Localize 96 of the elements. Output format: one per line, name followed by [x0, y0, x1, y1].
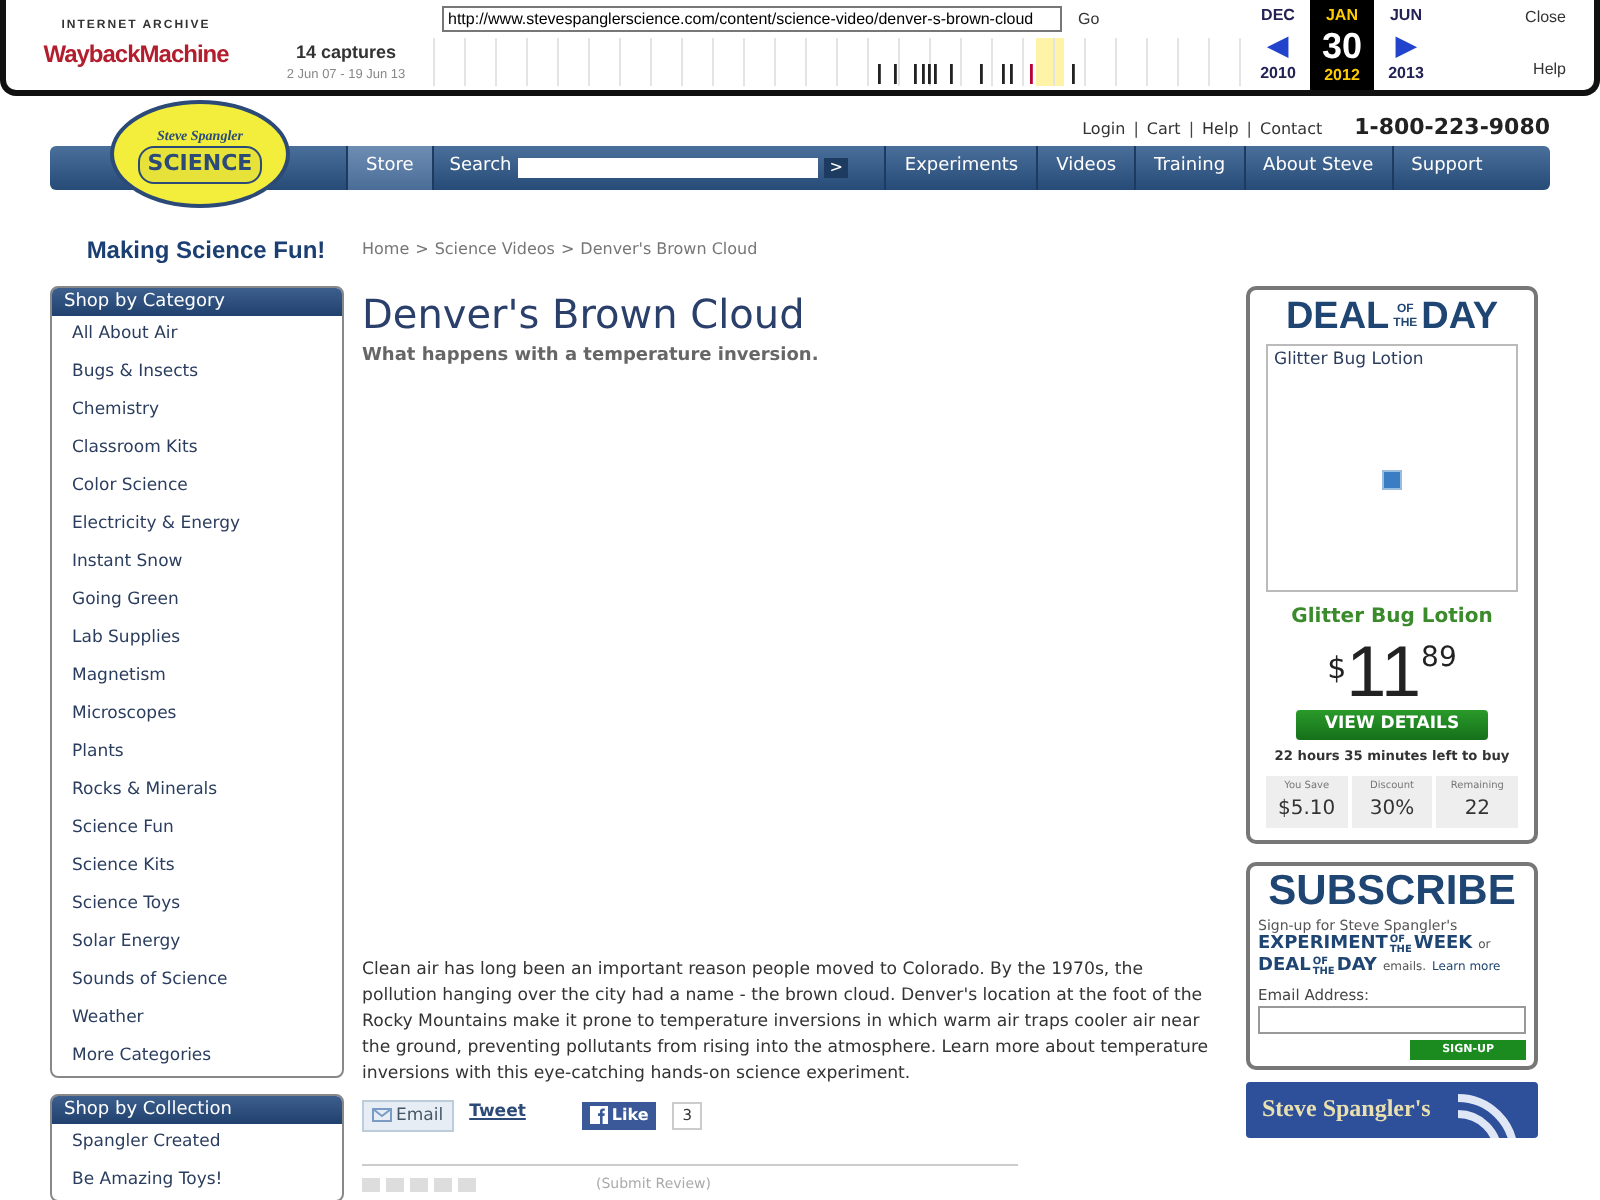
header-link[interactable]: Login [1082, 117, 1126, 141]
sidebar-item[interactable]: Going Green [52, 582, 342, 620]
sidebar-heading: Shop by Category [52, 288, 342, 316]
tagline: Making Science Fun! [84, 234, 328, 268]
url-field[interactable]: http://www.stevespanglerscience.com/content/science-video/denver-s-brown-cloud [442, 6, 1062, 32]
nav-link[interactable]: Store [346, 146, 432, 190]
view-details-button[interactable]: VIEW DETAILS [1296, 710, 1488, 740]
article-title: Denver's Brown Cloud [362, 290, 807, 338]
blog-title: Steve Spangler's [1262, 1092, 1431, 1127]
article-text: Clean air has long been an important reason people moved to Colorado. By the 1970s, the pollution hanging over the city had a name - the brown cloud. Denver's location at the foot of the Rocky Mountains make it prone to temperature inversions in which warm air traps cooler air near the ground, preventing pollutants from rising into the atmosphere. Learn more about temperature inversions with this eye-catching hands-on science experiment. [362, 957, 1211, 1087]
link-separator: | [1133, 117, 1139, 141]
year-label: 2010 [1260, 62, 1296, 86]
breadcrumb-link[interactable]: Science Videos [434, 238, 555, 262]
captures-link[interactable]: 14 captures [295, 39, 397, 67]
breadcrumb-separator: > [415, 238, 429, 262]
envelope-icon [372, 1108, 392, 1123]
price-cents: 89 [1421, 640, 1457, 678]
sidebar-item[interactable]: More Categories [52, 1038, 342, 1076]
breadcrumb-separator: > [560, 238, 575, 262]
stat-value: 22 [1462, 796, 1493, 825]
image-alt-text: Glitter Bug Lotion [1274, 348, 1426, 374]
email-field[interactable] [1258, 1005, 1526, 1034]
email-button[interactable]: Email [362, 1099, 454, 1133]
search-field[interactable] [517, 158, 818, 178]
month-label: DEC [1261, 4, 1295, 28]
sidebar-item[interactable]: Solar Energy [52, 924, 342, 962]
star-rating[interactable] [362, 1178, 476, 1192]
sidebar-item[interactable]: Science Kits [52, 848, 342, 886]
sidebar-item[interactable]: Sounds of Science [52, 962, 342, 1000]
sidebar-item[interactable]: Chemistry [52, 392, 342, 430]
nav-link[interactable]: Videos [1036, 146, 1135, 190]
logo-text: SCIENCE [137, 146, 263, 183]
sidebar-item[interactable]: Plants [52, 734, 342, 772]
nav-link[interactable]: Training [1134, 146, 1244, 190]
nav-link[interactable]: Experiments [884, 146, 1037, 190]
price-dollars: 11 [1346, 636, 1422, 708]
sidebar-item[interactable]: Microscopes [52, 696, 342, 734]
sidebar-item[interactable]: Color Science [52, 468, 342, 506]
tweet-link[interactable]: Tweet [469, 1099, 526, 1125]
sidebar-item[interactable]: Science Fun [52, 810, 342, 848]
sidebar-item[interactable]: Weather [52, 1000, 342, 1038]
logo-text[interactable]: WaybackMachine [43, 36, 229, 72]
day-label: 30 [1321, 28, 1363, 64]
blog-banner[interactable]: Steve Spangler's [1246, 1082, 1538, 1139]
newsletter-name: EXPERIMENT [1258, 936, 1388, 956]
rss-icon [1454, 1090, 1522, 1139]
phone-number: 1-800-223-9080 [1354, 112, 1550, 145]
search-go-button[interactable]: > [823, 158, 849, 178]
nav-link[interactable]: Support [1391, 146, 1501, 190]
subscribe-heading: SUBSCRIBE [1266, 870, 1518, 913]
product-image-frame[interactable]: Glitter Bug Lotion [1266, 344, 1518, 592]
sidebar-item[interactable]: Science Toys [52, 886, 342, 924]
broken-image-icon [1382, 470, 1402, 491]
product-name[interactable]: Glitter Bug Lotion [1266, 602, 1518, 632]
month-label: JUN [1389, 4, 1422, 28]
next-arrow-icon[interactable]: ▶ [1396, 32, 1416, 58]
newsletter-name: WEEK [1413, 936, 1473, 956]
month-label: JAN [1325, 4, 1358, 28]
sidebar-item[interactable]: Classroom Kits [52, 430, 342, 468]
search-label: Search [449, 154, 512, 181]
price-currency: $ [1327, 648, 1347, 690]
like-button[interactable]: Like [581, 1101, 657, 1130]
newsletter-name: DEAL [1258, 958, 1311, 978]
previous-arrow-icon[interactable]: ◀ [1268, 32, 1288, 58]
newsletter-name: DAY [1336, 958, 1377, 978]
month-column[interactable]: JAN 30 2012 [1310, 0, 1374, 90]
go-button[interactable]: Go [1078, 7, 1100, 31]
sidebar-heading: Shop by Collection [52, 1096, 342, 1124]
stat-value: 30% [1367, 796, 1417, 825]
sidebar-item[interactable]: Lab Supplies [52, 620, 342, 658]
article-subtitle: What happens with a temperature inversion. [362, 344, 821, 370]
link-separator: | [1246, 117, 1252, 141]
breadcrumb-link[interactable]: Home [362, 238, 410, 262]
sidebar-item[interactable]: Magnetism [52, 658, 342, 696]
sidebar-item[interactable]: Be Amazing Toys! [52, 1162, 342, 1200]
stat-value: $5.10 [1276, 796, 1338, 825]
sidebar-item[interactable]: Rocks & Minerals [52, 772, 342, 810]
help-link[interactable]: Help [1533, 58, 1566, 82]
close-link[interactable]: Close [1525, 6, 1566, 30]
year-label: 2013 [1388, 62, 1424, 86]
deal-heading-word: DEAL [1285, 298, 1390, 336]
sidebar-item[interactable]: Bugs & Insects [52, 354, 342, 392]
sidebar-item[interactable]: All About Air [52, 316, 342, 354]
facebook-icon [589, 1106, 608, 1125]
sidebar-item[interactable]: Instant Snow [52, 544, 342, 582]
header-link[interactable]: Help [1202, 117, 1239, 141]
header-link[interactable]: Cart [1146, 117, 1181, 141]
year-label: 2012 [1324, 64, 1360, 88]
header-link[interactable]: Contact [1259, 117, 1323, 141]
sidebar-item[interactable]: Electricity & Energy [52, 506, 342, 544]
deal-heading-word: DAY [1421, 298, 1499, 336]
month-column[interactable]: DEC ◀ 2010 [1246, 0, 1310, 90]
month-column[interactable]: JUN ▶ 2013 [1374, 0, 1438, 90]
link-separator: | [1188, 117, 1195, 141]
nav-link[interactable]: About Steve [1243, 146, 1392, 190]
sidebar-item[interactable]: Spangler Created [52, 1124, 342, 1162]
